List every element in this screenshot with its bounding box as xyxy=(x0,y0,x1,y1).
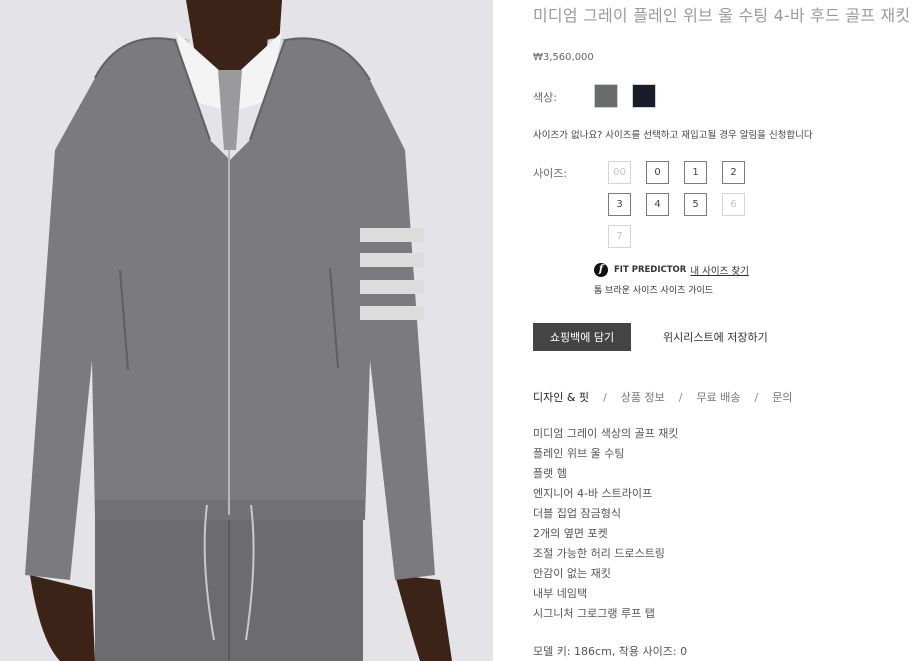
size-label: 사이즈: xyxy=(533,167,568,180)
fit-predictor: f FIT PREDICTOR 내 사이즈 찾기 xyxy=(594,263,749,277)
feature-item: 더블 집업 잠금형식 xyxy=(533,507,621,520)
color-label: 색상: xyxy=(533,91,557,104)
tab-design-fit[interactable]: 디자인 & 핏 xyxy=(533,391,589,404)
size-guide-link[interactable]: 톰 브라운 사이즈 사이즈 가이드 xyxy=(594,283,713,296)
feature-item: 조절 가능한 허리 드로스트링 xyxy=(533,547,665,560)
feature-item: 엔지니어 4-바 스트라이프 xyxy=(533,487,653,500)
add-to-bag-button[interactable]: 쇼핑백에 담기 xyxy=(533,323,631,351)
color-swatch-grey[interactable] xyxy=(594,84,618,108)
size-button-7[interactable]: 7 xyxy=(608,225,631,248)
color-swatch-navy[interactable] xyxy=(632,84,656,108)
size-button-4[interactable]: 4 xyxy=(646,193,669,216)
model-info: 모델 키: 186cm, 착용 사이즈: 0 xyxy=(533,645,688,658)
restock-notify-text[interactable]: 사이즈가 없나요? 사이즈를 선택하고 재입고될 경우 알림을 신청합니다 xyxy=(533,127,813,141)
size-button-1[interactable]: 1 xyxy=(684,161,707,184)
feature-item: 2개의 옆면 포켓 xyxy=(533,527,608,540)
add-to-wishlist-button[interactable]: 위시리스트에 저장하기 xyxy=(663,329,768,345)
feature-item: 미디엄 그레이 색상의 골프 재킷 xyxy=(533,427,679,440)
product-detail-tabs: 디자인 & 핏 / 상품 정보 / 무료 배송 / 문의 xyxy=(533,389,792,405)
size-button-0[interactable]: 0 xyxy=(646,161,669,184)
product-price: ₩3,560,000 xyxy=(533,52,594,63)
feature-item: 안감이 없는 재킷 xyxy=(533,567,611,580)
size-button-2[interactable]: 2 xyxy=(722,161,745,184)
feature-list: 미디엄 그레이 색상의 골프 재킷 플레인 위브 울 수팅 플랫 헴 엔지니어 … xyxy=(533,424,679,624)
product-info-panel: 미디엄 그레이 플레인 위브 울 수팅 4-바 후드 골프 재킷 ₩3,560,… xyxy=(533,0,920,661)
tab-separator: / xyxy=(678,391,683,404)
product-title: 미디엄 그레이 플레인 위브 울 수팅 4-바 후드 골프 재킷 xyxy=(533,6,911,25)
tab-product-info[interactable]: 상품 정보 xyxy=(621,391,665,404)
feature-item: 플레인 위브 울 수팅 xyxy=(533,447,625,460)
fit-predictor-logo-icon: f xyxy=(594,263,608,277)
size-button-6[interactable]: 6 xyxy=(722,193,745,216)
fit-predictor-name: FIT PREDICTOR xyxy=(614,265,687,275)
feature-item: 내부 네임택 xyxy=(533,587,588,600)
tab-inquiry[interactable]: 문의 xyxy=(772,391,792,404)
feature-item: 플랫 헴 xyxy=(533,467,567,480)
size-button-00[interactable]: 00 xyxy=(608,161,631,184)
tab-separator: / xyxy=(754,391,759,404)
size-button-5[interactable]: 5 xyxy=(684,193,707,216)
tab-free-shipping[interactable]: 무료 배송 xyxy=(696,391,740,404)
jacket-photo-illustration xyxy=(0,0,493,661)
product-image[interactable] xyxy=(0,0,493,661)
size-button-3[interactable]: 3 xyxy=(608,193,631,216)
tab-separator: / xyxy=(603,391,607,404)
find-my-size-link[interactable]: 내 사이즈 찾기 xyxy=(690,263,748,277)
feature-item: 시그니처 그로그랭 루프 탭 xyxy=(533,607,655,620)
